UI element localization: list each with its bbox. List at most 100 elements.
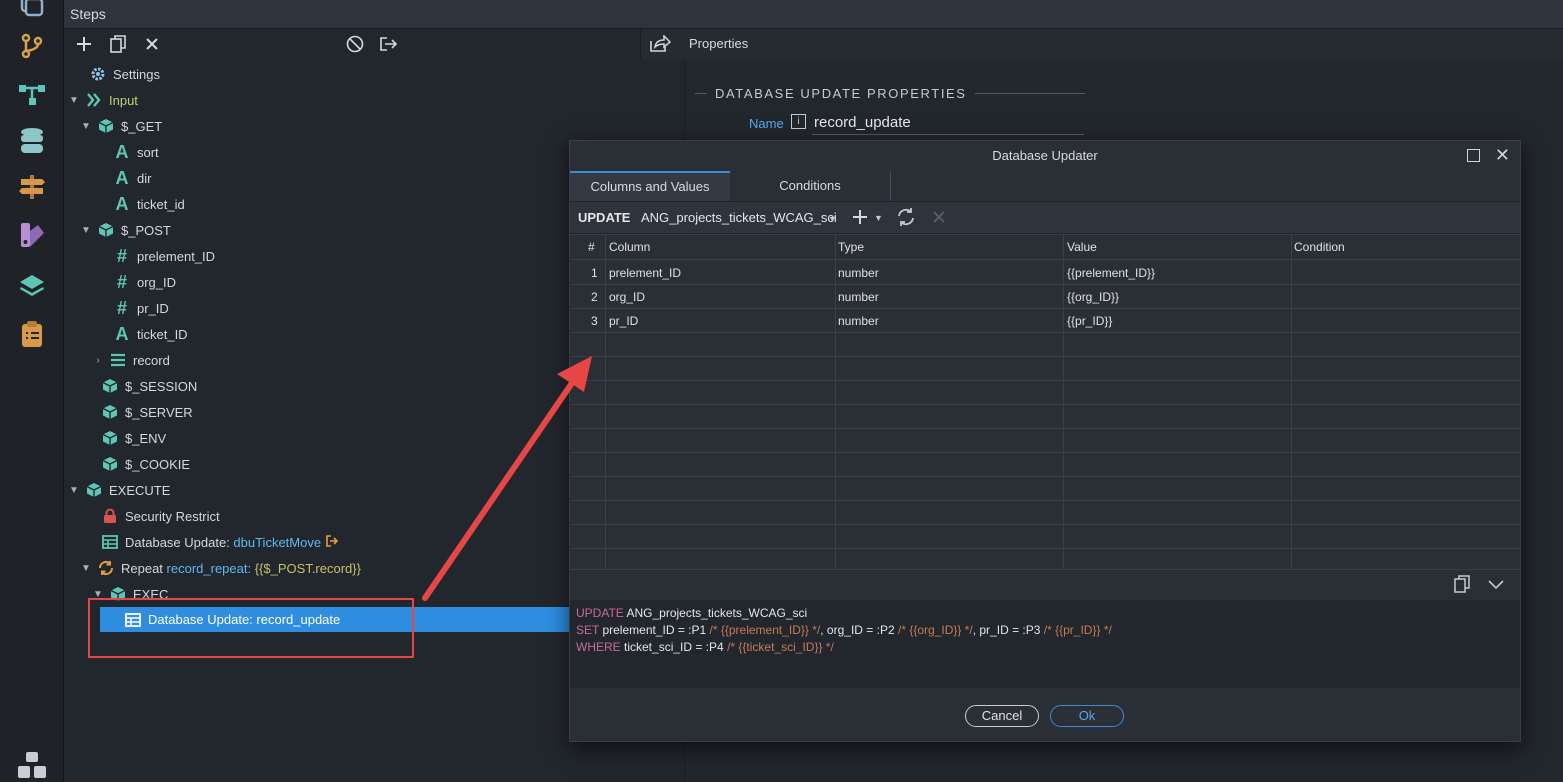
annotation-box <box>88 598 414 658</box>
signpost-icon[interactable] <box>16 171 48 203</box>
column-header-type[interactable]: Type <box>838 240 864 254</box>
tree-label: org_ID <box>137 274 177 290</box>
row-value[interactable]: {{pr_ID}} <box>1067 314 1112 328</box>
name-input[interactable]: record_update <box>814 114 911 131</box>
add-step-button[interactable] <box>73 33 95 55</box>
plus-icon <box>853 210 867 224</box>
tree-item-repeat[interactable]: ▼ Repeat record_repeat: {{$_POST.record}… <box>79 555 361 581</box>
chevron-right-icon[interactable]: › <box>91 355 105 366</box>
tree-item-dir[interactable]: A dir <box>113 165 152 191</box>
chevron-down-icon[interactable]: ▼ <box>874 213 883 223</box>
delete-step-button[interactable] <box>141 33 163 55</box>
layers-icon[interactable] <box>16 270 48 302</box>
close-icon <box>933 211 945 223</box>
chevron-down-icon[interactable]: ▼ <box>79 225 93 236</box>
maximize-icon[interactable] <box>1467 149 1480 162</box>
sql-preview-toolbar <box>570 569 1520 601</box>
tree-item-prelement-id[interactable]: # prelement_ID <box>113 243 215 269</box>
tree-item-session[interactable]: $_SESSION <box>101 373 197 399</box>
tree-item-database-update-1[interactable]: Database Update: dbuTicketMove <box>101 529 339 555</box>
tree-label: $_SERVER <box>125 404 193 420</box>
lock-icon <box>101 507 119 525</box>
chevron-down-icon[interactable]: ▼ <box>67 485 81 496</box>
table-select[interactable]: ANG_projects_tickets_WCAG_sci <box>641 210 837 225</box>
row-column[interactable]: prelement_ID <box>609 266 681 280</box>
remove-column-button[interactable] <box>932 210 946 227</box>
tree-item-execute[interactable]: ▼ EXECUTE <box>67 477 170 503</box>
text-type-icon: A <box>115 323 129 344</box>
tab-columns-and-values[interactable]: Columns and Values <box>570 171 730 201</box>
column-header-number: # <box>588 240 595 254</box>
workflow-icon[interactable] <box>16 78 48 110</box>
export-icon <box>380 37 398 51</box>
ok-button[interactable]: Ok <box>1050 705 1124 727</box>
panel-title: Steps <box>70 6 106 22</box>
git-branch-icon[interactable] <box>16 30 48 62</box>
cube-icon <box>85 481 103 499</box>
tree-step-name: dbuTicketMove <box>233 534 322 550</box>
sql-line: UPDATE ANG_projects_tickets_WCAG_sci <box>576 606 808 620</box>
row-type[interactable]: number <box>838 290 879 304</box>
tree-item-pr-id[interactable]: # pr_ID <box>113 295 169 321</box>
row-type[interactable]: number <box>838 266 879 280</box>
tree-item-security-restrict[interactable]: Security Restrict <box>101 503 220 529</box>
number-type-icon: # <box>116 271 127 292</box>
copy-icon <box>110 35 126 53</box>
cube-icon <box>101 377 119 395</box>
extensions-icon[interactable] <box>16 750 48 782</box>
chevron-down-icon[interactable]: ▼ <box>67 95 81 106</box>
list-icon <box>109 351 127 369</box>
tree-label: Security Restrict <box>125 508 220 524</box>
refresh-icon <box>898 208 914 226</box>
update-toolbar: UPDATE ANG_projects_tickets_WCAG_sci ▼ ▼ <box>570 202 1520 234</box>
refresh-button[interactable] <box>896 207 916 230</box>
design-icon[interactable] <box>16 219 48 251</box>
tree-item-sort[interactable]: A sort <box>113 139 159 165</box>
tree-item-server[interactable]: $_SERVER <box>101 399 193 425</box>
tree-item-input[interactable]: ▼ Input <box>67 87 138 113</box>
close-icon[interactable]: ✕ <box>1495 145 1510 166</box>
tree-item-env[interactable]: $_ENV <box>101 425 166 451</box>
tree-item-org-id[interactable]: # org_ID <box>113 269 176 295</box>
clipboard-icon[interactable] <box>16 318 48 350</box>
plus-icon <box>77 37 91 51</box>
cube-icon <box>101 429 119 447</box>
row-value[interactable]: {{org_ID}} <box>1067 290 1119 304</box>
steps-toolbar <box>64 29 684 59</box>
row-column[interactable]: org_ID <box>609 290 645 304</box>
copy-icon[interactable] <box>1454 575 1470 596</box>
tree-item-record[interactable]: › record <box>91 347 170 373</box>
block-icon <box>346 35 364 53</box>
add-column-button[interactable] <box>852 209 868 228</box>
column-header-value[interactable]: Value <box>1067 240 1097 254</box>
tree-item-ticket-id-post[interactable]: A ticket_ID <box>113 321 188 347</box>
duplicate-step-button[interactable] <box>107 33 129 55</box>
tree-item-settings[interactable]: Settings <box>89 61 160 87</box>
row-type[interactable]: number <box>838 314 879 328</box>
disable-step-button[interactable] <box>344 33 366 55</box>
chevron-down-icon[interactable] <box>1488 578 1504 593</box>
info-icon[interactable]: i <box>791 114 806 129</box>
column-header-condition[interactable]: Condition <box>1294 240 1345 254</box>
tree-item-cookie[interactable]: $_COOKIE <box>101 451 190 477</box>
chevron-down-icon[interactable]: ▼ <box>828 214 837 224</box>
properties-tab[interactable]: Properties <box>689 36 748 51</box>
chevron-down-icon[interactable]: ▼ <box>79 563 93 574</box>
row-value[interactable]: {{prelement_ID}} <box>1067 266 1155 280</box>
tree-label: pr_ID <box>137 300 169 316</box>
tree-item-get[interactable]: ▼ $_GET <box>79 113 162 139</box>
steps-header: Steps <box>64 0 1563 29</box>
gear-icon <box>89 65 107 83</box>
share-icon[interactable] <box>649 34 672 56</box>
tab-conditions[interactable]: Conditions <box>730 171 891 201</box>
tree-item-ticket-id[interactable]: A ticket_id <box>113 191 185 217</box>
cancel-button[interactable]: Cancel <box>965 705 1039 727</box>
pages-icon[interactable] <box>16 0 48 22</box>
row-column[interactable]: pr_ID <box>609 314 638 328</box>
tree-label: $_COOKIE <box>125 456 191 472</box>
export-step-button[interactable] <box>378 33 400 55</box>
tree-item-post[interactable]: ▼ $_POST <box>79 217 171 243</box>
chevron-down-icon[interactable]: ▼ <box>79 121 93 132</box>
column-header-column[interactable]: Column <box>609 240 650 254</box>
database-icon[interactable] <box>16 125 48 157</box>
